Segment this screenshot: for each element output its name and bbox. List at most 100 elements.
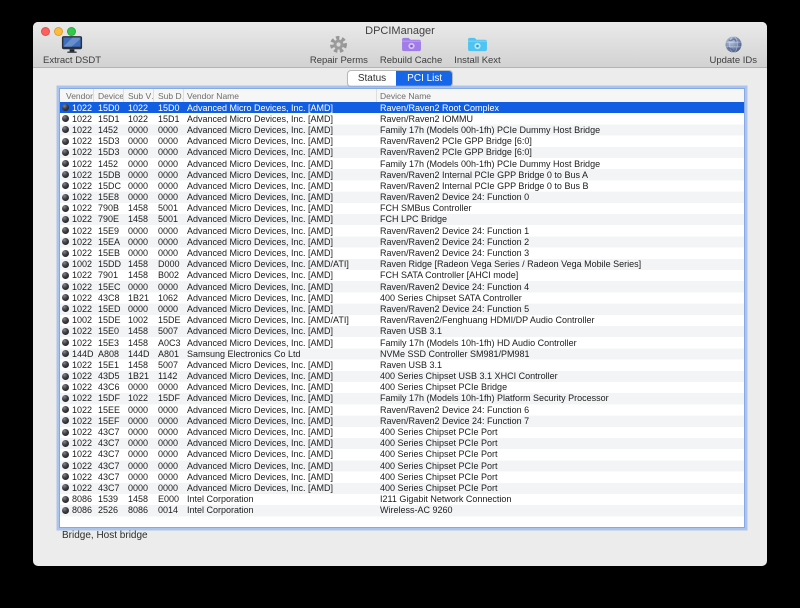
- cell-text: 1022: [72, 359, 93, 370]
- table-row[interactable]: 8086 2526 8086 0014 Intel Corporation Wireles…: [60, 505, 744, 516]
- cell-vendor-name: Advanced Micro Devices, Inc. [AMD]: [184, 471, 377, 482]
- table-row[interactable]: 1002 15DD 1458 D000 Advanced Micro Devices, …: [60, 259, 744, 270]
- cell-text: Advanced Micro Devices, Inc. [AMD]: [187, 147, 334, 158]
- cell-text: 15E9: [98, 225, 120, 236]
- cell-sub-device: A801: [154, 348, 184, 359]
- cell-vendor: 1022: [60, 124, 94, 135]
- cell-device: 15D1: [94, 113, 124, 124]
- extract-dsdt-button[interactable]: Extract DSDT: [43, 35, 101, 66]
- cell-text: 1002: [128, 315, 149, 326]
- table-row[interactable]: 1022 15E1 1458 5007 Advanced Micro Devices, …: [60, 359, 744, 370]
- cell-device: 15E0: [94, 326, 124, 337]
- table-row[interactable]: 1022 43D5 1B21 1142 Advanced Micro Devices, …: [60, 371, 744, 382]
- table-header: Vendor Device Sub V… Sub D… Vendor Name …: [60, 89, 744, 103]
- table-row[interactable]: 1022 1452 0000 0000 Advanced Micro Devices, …: [60, 158, 744, 169]
- table-row[interactable]: 1022 15EF 0000 0000 Advanced Micro Devices, …: [60, 415, 744, 426]
- table-row[interactable]: 1022 43C7 0000 0000 Advanced Micro Devices, …: [60, 471, 744, 482]
- cell-sub-vendor: 1B21: [124, 371, 154, 382]
- pci-device-icon: [62, 148, 69, 156]
- tab-pci-list[interactable]: PCI List: [396, 71, 453, 86]
- cell-vendor: 1022: [60, 236, 94, 247]
- table-row[interactable]: 1022 43C6 0000 0000 Advanced Micro Devices, …: [60, 382, 744, 393]
- rebuild-cache-button[interactable]: Rebuild Cache: [380, 35, 442, 66]
- table-row[interactable]: 1022 43C7 0000 0000 Advanced Micro Devices, …: [60, 449, 744, 460]
- table-row[interactable]: 1022 15DC 0000 0000 Advanced Micro Devices, …: [60, 180, 744, 191]
- toolbar-item-label: Rebuild Cache: [379, 55, 443, 66]
- cell-text: 400 Series Chipset PCIe Port: [380, 460, 498, 471]
- cell-text: 0000: [158, 382, 179, 393]
- table-row[interactable]: 1022 43C7 0000 0000 Advanced Micro Devices, …: [60, 460, 744, 471]
- cell-device: 15DB: [94, 169, 124, 180]
- cell-text: 1022: [72, 192, 93, 203]
- cell-text: FCH SMBus Controller: [380, 203, 472, 214]
- cell-vendor-name: Advanced Micro Devices, Inc. [AMD]: [184, 102, 377, 113]
- cell-text: 15D0: [98, 102, 120, 113]
- table-row[interactable]: 144D A808 144D A801 Samsung Electronics Co L…: [60, 348, 744, 359]
- repair-perms-button[interactable]: Repair Perms: [310, 35, 368, 66]
- cell-device-name: Raven USB 3.1: [377, 326, 744, 337]
- column-header-device[interactable]: Device: [94, 89, 124, 102]
- table-row[interactable]: 8086 1539 1458 E000 Intel Corporation I211 Gi…: [60, 494, 744, 505]
- table-row[interactable]: 1022 15E0 1458 5007 Advanced Micro Devices, …: [60, 326, 744, 337]
- cell-text: 0000: [128, 303, 149, 314]
- table-row[interactable]: 1022 15D1 1022 15D1 Advanced Micro Devices, …: [60, 113, 744, 124]
- table-row[interactable]: 1022 15E3 1458 A0C3 Advanced Micro Devices, …: [60, 337, 744, 348]
- table-row[interactable]: 1022 790B 1458 5001 Advanced Micro Devices, …: [60, 203, 744, 214]
- cell-vendor: 1022: [60, 404, 94, 415]
- cell-text: Family 17h (Models 00h-1fh) PCIe Dummy H…: [380, 124, 601, 135]
- cell-text: Advanced Micro Devices, Inc. [AMD]: [187, 214, 334, 225]
- table-row[interactable]: 1002 15DE 1002 15DE Advanced Micro Devices, …: [60, 315, 744, 326]
- table-row[interactable]: 1022 43C7 0000 0000 Advanced Micro Devices, …: [60, 438, 744, 449]
- column-header-sub-device[interactable]: Sub D…: [154, 89, 184, 102]
- cell-text: 1022: [72, 482, 93, 493]
- cell-sub-vendor: 0000: [124, 169, 154, 180]
- cell-sub-device: 0000: [154, 438, 184, 449]
- install-kext-button[interactable]: Install Kext: [454, 35, 501, 66]
- cell-text: 15EB: [98, 248, 121, 259]
- update-ids-button[interactable]: Update IDs: [709, 35, 757, 66]
- table-row[interactable]: 1022 1452 0000 0000 Advanced Micro Devices, …: [60, 124, 744, 135]
- cell-text: 15D0: [158, 102, 180, 113]
- cell-vendor-name: Advanced Micro Devices, Inc. [AMD]: [184, 449, 377, 460]
- table-row[interactable]: 1022 43C7 0000 0000 Advanced Micro Devices, …: [60, 426, 744, 437]
- table-row[interactable]: 1022 15EE 0000 0000 Advanced Micro Devices, …: [60, 404, 744, 415]
- cell-device-name: Raven/Raven2 Device 24: Function 5: [377, 303, 744, 314]
- table-row[interactable]: 1022 790E 1458 5001 Advanced Micro Devices, …: [60, 214, 744, 225]
- table-row[interactable]: 1022 15DB 0000 0000 Advanced Micro Devices, …: [60, 169, 744, 180]
- table-row[interactable]: 1022 15EA 0000 0000 Advanced Micro Devices, …: [60, 236, 744, 247]
- cell-text: Advanced Micro Devices, Inc. [AMD/ATI]: [187, 315, 349, 326]
- column-header-sub-vendor[interactable]: Sub V…: [124, 89, 154, 102]
- cell-vendor-name: Advanced Micro Devices, Inc. [AMD]: [184, 281, 377, 292]
- cell-text: 1458: [128, 326, 149, 337]
- cell-device: 43C7: [94, 482, 124, 493]
- table-row[interactable]: 1022 15E8 0000 0000 Advanced Micro Devices, …: [60, 192, 744, 203]
- table-row[interactable]: 1022 15EC 0000 0000 Advanced Micro Devices, …: [60, 281, 744, 292]
- table-row[interactable]: 1022 15E9 0000 0000 Advanced Micro Devices, …: [60, 225, 744, 236]
- cell-text: 0000: [128, 482, 149, 493]
- table-row[interactable]: 1022 15D0 1022 15D0 Advanced Micro Devices, …: [60, 102, 744, 114]
- table-row[interactable]: 1022 43C8 1B21 1062 Advanced Micro Devices, …: [60, 292, 744, 303]
- cell-device-name: Raven/Raven2 Internal PCIe GPP Bridge 0 …: [377, 180, 744, 191]
- cell-text: 15DF: [98, 393, 121, 404]
- cell-text: Raven/Raven2 Device 24: Function 5: [380, 303, 530, 314]
- cell-text: 0000: [158, 248, 179, 259]
- table-row[interactable]: 1022 15EB 0000 0000 Advanced Micro Devices, …: [60, 247, 744, 258]
- cell-text: 0000: [158, 471, 179, 482]
- cell-sub-vendor: 1B21: [124, 292, 154, 303]
- cell-text: 15E8: [98, 192, 120, 203]
- pci-device-icon: [62, 171, 69, 179]
- table-row[interactable]: 1022 15ED 0000 0000 Advanced Micro Devices, …: [60, 303, 744, 314]
- column-header-device-name[interactable]: Device Name: [377, 89, 744, 102]
- tab-status[interactable]: Status: [348, 71, 396, 86]
- column-header-vendor-name[interactable]: Vendor Name: [184, 89, 377, 102]
- cell-text: Advanced Micro Devices, Inc. [AMD]: [187, 427, 334, 438]
- table-row[interactable]: 1022 15DF 1022 15DF Advanced Micro Devices, …: [60, 393, 744, 404]
- cell-text: 0000: [128, 449, 149, 460]
- table-row[interactable]: 1022 15D3 0000 0000 Advanced Micro Devices, …: [60, 136, 744, 147]
- cell-text: 43C7: [98, 438, 120, 449]
- cell-text: 144D: [72, 348, 94, 359]
- table-row[interactable]: 1022 15D3 0000 0000 Advanced Micro Devices, …: [60, 147, 744, 158]
- table-row[interactable]: 1022 43C7 0000 0000 Advanced Micro Devices, …: [60, 482, 744, 493]
- column-header-vendor[interactable]: Vendor: [60, 89, 94, 102]
- table-row[interactable]: 1022 7901 1458 B002 Advanced Micro Devices, …: [60, 270, 744, 281]
